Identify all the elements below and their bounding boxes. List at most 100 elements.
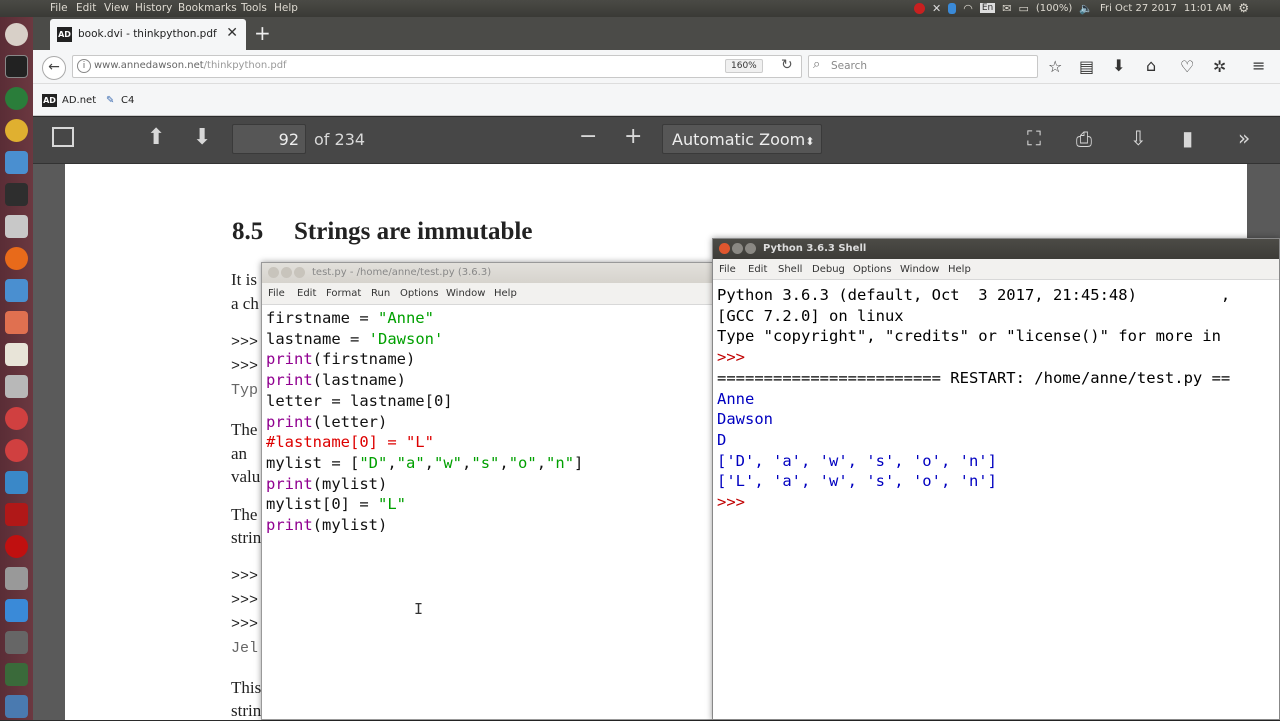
- code-line[interactable]: print(mylist): [266, 515, 583, 536]
- firefox-icon[interactable]: [5, 247, 28, 270]
- code-line[interactable]: #lastname[0] = "L": [266, 432, 583, 453]
- presentation-mode-icon[interactable]: ⛶: [1027, 126, 1041, 150]
- shell-menu-debug[interactable]: Debug: [812, 264, 845, 275]
- wifi-icon[interactable]: ◠: [963, 2, 973, 15]
- editor-menu-help[interactable]: Help: [494, 288, 517, 299]
- shell-line[interactable]: Type "copyright", "credits" or "license(…: [717, 326, 1230, 347]
- pocket-icon[interactable]: ♡: [1180, 57, 1194, 76]
- print-icon[interactable]: ⎙: [1076, 127, 1092, 151]
- save-icon[interactable]: ⇩: [1130, 126, 1147, 150]
- shell-line[interactable]: [GCC 7.2.0] on linux: [717, 306, 1230, 327]
- editor-menu-file[interactable]: File: [268, 288, 285, 299]
- terminal-icon[interactable]: [5, 55, 28, 78]
- calendar-icon[interactable]: [5, 471, 28, 494]
- info-icon[interactable]: i: [77, 59, 91, 73]
- calculator-icon[interactable]: [5, 567, 28, 590]
- menu-edit[interactable]: Edit: [76, 2, 96, 14]
- menu-tools[interactable]: Tools: [241, 2, 267, 14]
- code-line[interactable]: lastname = 'Dawson': [266, 329, 583, 350]
- writer-icon[interactable]: [5, 311, 28, 334]
- help-icon[interactable]: [5, 375, 28, 398]
- zoom-indicator[interactable]: 160%: [725, 59, 763, 73]
- home-icon[interactable]: ⌂: [1146, 56, 1156, 75]
- hamburger-menu-icon[interactable]: ≡: [1252, 56, 1265, 75]
- text-editor-icon[interactable]: [5, 343, 28, 366]
- menu-help[interactable]: Help: [274, 2, 298, 14]
- shell-line[interactable]: Anne: [717, 389, 1230, 410]
- shell-output[interactable]: Python 3.6.3 (default, Oct 3 2017, 21:45…: [717, 285, 1230, 513]
- app-icon-2[interactable]: [5, 439, 28, 462]
- language-indicator[interactable]: En: [979, 3, 996, 13]
- search-bar[interactable]: ⌕ Search: [808, 55, 1038, 78]
- page-number-input[interactable]: 92: [232, 124, 306, 154]
- zoom-select[interactable]: Automatic Zoom⬍: [662, 124, 822, 154]
- shell-line[interactable]: Dawson: [717, 409, 1230, 430]
- app-icon-3[interactable]: [5, 599, 28, 622]
- code-line[interactable]: print(mylist): [266, 474, 583, 495]
- close-window-icon[interactable]: [719, 243, 730, 254]
- files-icon[interactable]: [5, 215, 28, 238]
- editor-menu-options[interactable]: Options: [400, 288, 439, 299]
- menu-history[interactable]: History: [135, 2, 172, 14]
- code-line[interactable]: letter = lastname[0]: [266, 391, 583, 412]
- menu-bookmarks[interactable]: Bookmarks: [178, 2, 237, 14]
- code-line[interactable]: mylist = ["D","a","w","s","o","n"]: [266, 453, 583, 474]
- shell-line[interactable]: ['D', 'a', 'w', 's', 'o', 'n']: [717, 451, 1230, 472]
- zoom-in-icon[interactable]: +: [624, 124, 642, 149]
- star-icon[interactable]: ☆: [1048, 57, 1062, 76]
- reload-icon[interactable]: ↻: [781, 57, 793, 73]
- python-idle-icon[interactable]: [5, 151, 28, 174]
- minimize-window-icon[interactable]: [281, 267, 292, 278]
- app-icon-4[interactable]: [5, 631, 28, 654]
- back-arrow-icon[interactable]: ←: [42, 56, 66, 80]
- clock-date[interactable]: Fri Oct 27 2017: [1100, 3, 1177, 14]
- python-icon[interactable]: [5, 279, 28, 302]
- shell-line[interactable]: >>>: [717, 492, 1230, 513]
- download-icon[interactable]: ⬇: [1112, 56, 1125, 75]
- app-icon-5[interactable]: [5, 663, 28, 686]
- editor-title-bar[interactable]: test.py - /home/anne/test.py (3.6.3): [262, 263, 712, 283]
- chrome-icon[interactable]: [5, 119, 28, 142]
- url-bar[interactable]: i www.annedawson.net/thinkpython.pdf 160…: [72, 55, 802, 78]
- opera-icon[interactable]: [5, 535, 28, 558]
- shell-line[interactable]: D: [717, 430, 1230, 451]
- tools-chevron-icon[interactable]: »: [1238, 126, 1250, 150]
- menu-file[interactable]: File: [50, 2, 68, 14]
- new-tab-icon[interactable]: +: [254, 21, 271, 45]
- code-line[interactable]: mylist[0] = "L": [266, 494, 583, 515]
- editor-menu-format[interactable]: Format: [326, 288, 361, 299]
- mail-icon[interactable]: ✉: [1002, 2, 1011, 15]
- reading-list-icon[interactable]: ▤: [1079, 57, 1094, 76]
- clock-time[interactable]: 11:01 AM: [1184, 3, 1231, 14]
- url-text[interactable]: www.annedawson.net/thinkpython.pdf: [94, 60, 287, 71]
- app-icon[interactable]: [5, 407, 28, 430]
- zoom-out-icon[interactable]: −: [579, 124, 597, 149]
- sidebar-toggle-icon[interactable]: [52, 127, 74, 147]
- idle-editor-window[interactable]: test.py - /home/anne/test.py (3.6.3) Fil…: [261, 262, 713, 720]
- filezilla-icon[interactable]: [5, 503, 28, 526]
- bookmark-c4[interactable]: C4: [121, 95, 134, 106]
- record-icon[interactable]: [914, 2, 925, 14]
- shell-line[interactable]: Python 3.6.3 (default, Oct 3 2017, 21:45…: [717, 285, 1230, 306]
- tab-active[interactable]: AD book.dvi - thinkpython.pdf ✕: [50, 19, 246, 50]
- browser-icon[interactable]: [5, 87, 28, 110]
- volume-icon[interactable]: 🔈: [1079, 2, 1093, 15]
- shell-line[interactable]: ['L', 'a', 'w', 's', 'o', 'n']: [717, 471, 1230, 492]
- app-icon-6[interactable]: [5, 695, 28, 718]
- gear-icon[interactable]: ⚙: [1238, 1, 1249, 15]
- editor-menu-edit[interactable]: Edit: [297, 288, 316, 299]
- shell-menu-shell[interactable]: Shell: [778, 264, 802, 275]
- shell-menu-window[interactable]: Window: [900, 264, 939, 275]
- shell-line[interactable]: ======================== RESTART: /home/…: [717, 368, 1230, 389]
- menu-view[interactable]: View: [104, 2, 129, 14]
- shell-menu-edit[interactable]: Edit: [748, 264, 767, 275]
- code-editor[interactable]: firstname = "Anne" lastname = 'Dawson' pri…: [266, 308, 583, 536]
- close-tab-icon[interactable]: ✕: [226, 25, 238, 41]
- next-page-icon[interactable]: ⬇: [193, 125, 211, 150]
- code-line[interactable]: firstname = "Anne": [266, 308, 583, 329]
- code-line[interactable]: print(firstname): [266, 349, 583, 370]
- shell-menu-help[interactable]: Help: [948, 264, 971, 275]
- shell-line[interactable]: >>>: [717, 347, 1230, 368]
- python-shell-window[interactable]: Python 3.6.3 Shell File Edit Shell Debug…: [712, 238, 1280, 720]
- system-monitor-icon[interactable]: [5, 183, 28, 206]
